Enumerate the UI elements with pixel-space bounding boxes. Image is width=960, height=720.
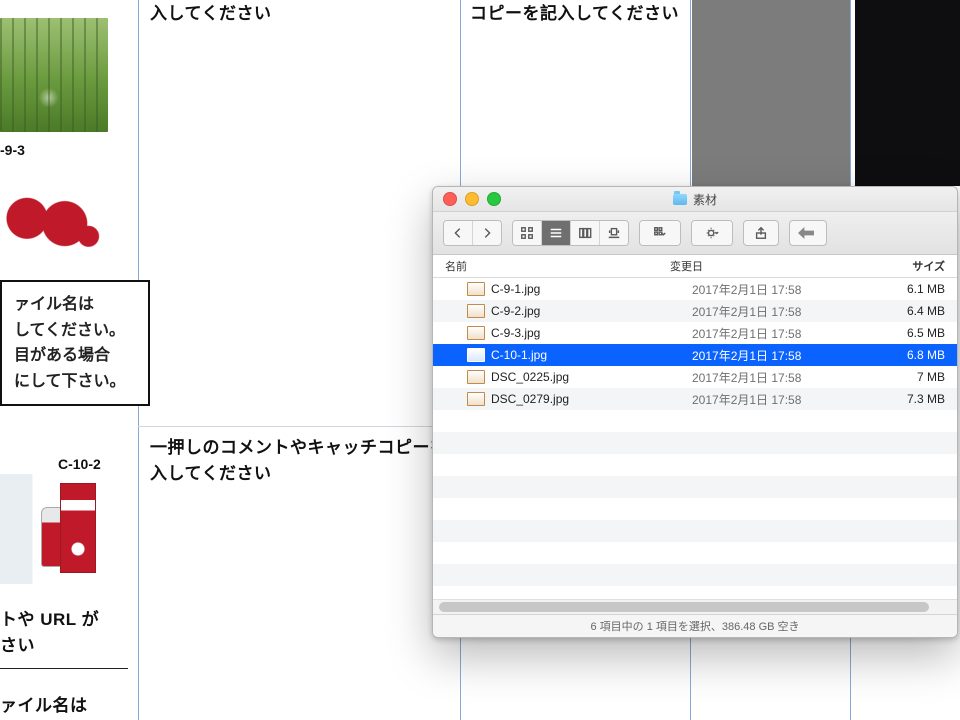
grid-dropdown-icon (653, 226, 667, 240)
col-header-date[interactable]: 変更日 (670, 258, 880, 274)
image-file-icon (467, 304, 485, 318)
instruction-line: 目がある場合 (14, 343, 136, 369)
horizontal-scrollbar[interactable] (433, 599, 957, 614)
column-headers[interactable]: 名前 変更日 サイズ (433, 255, 957, 278)
zoom-button[interactable] (487, 192, 501, 206)
file-size: 7.3 MB (902, 392, 957, 406)
file-name: C-9-1.jpg (491, 282, 540, 296)
image-file-icon (467, 348, 485, 362)
instruction-text: コピーを記入してください (470, 2, 679, 27)
list-view-button[interactable] (542, 221, 571, 245)
window-controls (443, 192, 501, 206)
image-file-icon (467, 282, 485, 296)
image-placeholder (692, 0, 850, 186)
file-size: 6.4 MB (902, 304, 957, 318)
file-row[interactable]: C-10-1.jpg 2017年2月1日 17:586.8 MB (433, 344, 957, 366)
share-button[interactable] (743, 220, 779, 246)
tags-button[interactable] (789, 220, 827, 246)
thumbnail-label: -9-3 (0, 142, 25, 158)
close-button[interactable] (443, 192, 457, 206)
column-view-button[interactable] (571, 221, 600, 245)
gear-icon (705, 226, 719, 240)
instruction-line: にして下さい。 (14, 369, 136, 395)
file-size: 6.1 MB (902, 282, 957, 296)
folder-icon (673, 194, 687, 205)
file-date: 2017年2月1日 17:58 (692, 347, 902, 364)
icon-view-button[interactable] (513, 221, 542, 245)
columns-icon (578, 226, 592, 240)
scrollbar-thumb[interactable] (439, 602, 929, 612)
forward-button[interactable] (473, 221, 501, 245)
file-list[interactable]: C-9-1.jpg2017年2月1日 17:586.1 MBC-9-2.jpg2… (433, 278, 957, 599)
instruction-line: してください。 (14, 318, 136, 344)
finder-window: 素材 (432, 186, 958, 638)
image-thumbnail[interactable] (0, 474, 108, 584)
instruction-text: ァイル名は (0, 694, 88, 719)
grid-icon (520, 226, 534, 240)
instruction-line: ァイル名は (14, 292, 136, 318)
share-icon (754, 226, 768, 240)
carton-illustration (60, 483, 96, 573)
window-title: 素材 (433, 191, 957, 208)
view-mode-group (512, 220, 629, 246)
file-date: 2017年2月1日 17:58 (692, 391, 902, 408)
instruction-text: 入してください (150, 2, 271, 27)
file-name: C-10-1.jpg (491, 348, 547, 362)
file-date: 2017年2月1日 17:58 (692, 325, 902, 342)
file-row[interactable]: C-9-1.jpg 2017年2月1日 17:586.1 MB (433, 278, 957, 300)
col-header-name[interactable]: 名前 (433, 258, 670, 274)
back-button[interactable] (444, 221, 473, 245)
thumbnail-label: C-10-2 (58, 456, 101, 472)
divider-line (0, 668, 128, 669)
chevron-left-icon (451, 226, 465, 240)
window-title-text: 素材 (693, 191, 717, 208)
file-name: C-9-3.jpg (491, 326, 540, 340)
gallery-icon (607, 226, 621, 240)
file-size: 6.5 MB (902, 326, 957, 340)
list-icon (549, 226, 563, 240)
file-row[interactable]: C-9-3.jpg 2017年2月1日 17:586.5 MB (433, 322, 957, 344)
file-date: 2017年2月1日 17:58 (692, 281, 902, 298)
image-thumbnail[interactable] (0, 160, 108, 266)
file-date: 2017年2月1日 17:58 (692, 369, 902, 386)
action-group (691, 220, 733, 246)
statusbar: 6 項目中の 1 項目を選択、386.48 GB 空き (433, 614, 957, 637)
instruction-text: 入してください (150, 462, 271, 487)
file-row[interactable]: DSC_0225.jpg 2017年2月1日 17:587 MB (433, 366, 957, 388)
image-file-icon (467, 326, 485, 340)
image-file-icon (467, 392, 485, 406)
toolbar (433, 212, 957, 255)
file-row[interactable]: DSC_0279.jpg 2017年2月1日 17:587.3 MB (433, 388, 957, 410)
chevron-right-icon (480, 226, 494, 240)
file-size: 7 MB (902, 370, 957, 384)
arrange-group (639, 220, 681, 246)
file-date: 2017年2月1日 17:58 (692, 303, 902, 320)
file-name: C-9-2.jpg (491, 304, 540, 318)
instruction-box: ァイル名は してください。 目がある場合 にして下さい。 (0, 280, 150, 406)
instruction-text: 一押しのコメントやキャッチコピーを (150, 436, 448, 461)
file-size: 6.8 MB (902, 348, 957, 362)
image-file-icon (467, 370, 485, 384)
image-placeholder (855, 0, 960, 186)
instruction-text: トや URL が (0, 608, 99, 633)
file-name: DSC_0279.jpg (491, 392, 569, 406)
file-name: DSC_0225.jpg (491, 370, 569, 384)
col-header-size[interactable]: サイズ (880, 258, 957, 274)
status-text: 6 項目中の 1 項目を選択、386.48 GB 空き (590, 618, 799, 634)
file-row[interactable]: C-9-2.jpg 2017年2月1日 17:586.4 MB (433, 300, 957, 322)
coverflow-view-button[interactable] (600, 221, 628, 245)
action-button[interactable] (692, 221, 732, 245)
image-thumbnail[interactable] (0, 18, 108, 132)
minimize-button[interactable] (465, 192, 479, 206)
titlebar[interactable]: 素材 (433, 187, 957, 212)
nav-back-forward (443, 220, 502, 246)
instruction-text: さい (0, 634, 35, 659)
arrange-button[interactable] (640, 221, 680, 245)
